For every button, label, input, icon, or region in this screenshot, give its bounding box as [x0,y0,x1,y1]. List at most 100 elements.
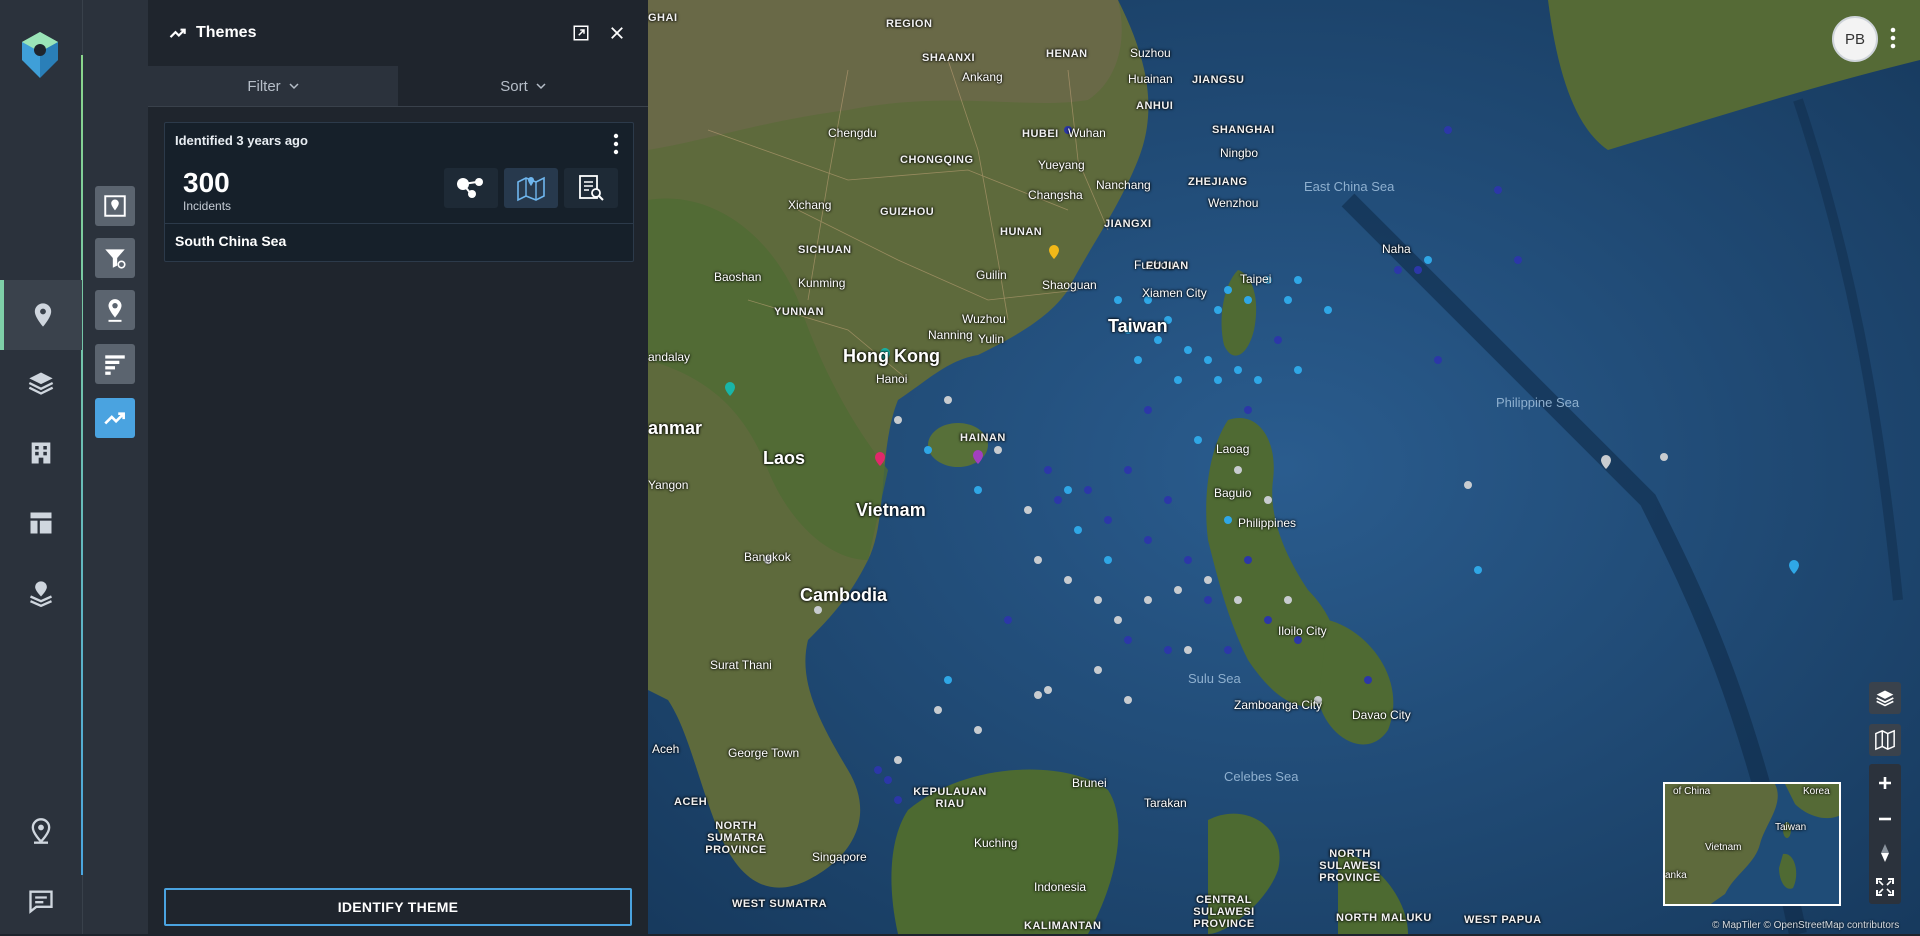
map-label: Wenzhou [1208,196,1259,210]
layers-toggle-button[interactable] [1869,682,1901,714]
province-label: HAINAN [960,432,1006,444]
map-label: Nanchang [1096,178,1151,192]
more-vertical-icon[interactable] [613,133,619,155]
province-label: ACEH [674,796,708,808]
network-graph-icon [457,178,483,198]
map-search-tool[interactable] [95,186,135,226]
panel-title: Themes [196,24,257,41]
incident-marker-purple[interactable] [973,450,983,464]
map-label: Wuzhou [962,312,1006,326]
minimap-label: anka [1665,870,1687,881]
province-label: FUJIAN [1146,260,1189,272]
map-search-icon [104,195,126,217]
province-label: REGION [886,18,933,30]
map-label: Iloilo City [1278,624,1327,638]
layers-icon [28,372,54,395]
pin-settings-icon [108,299,122,322]
zoom-out-button[interactable] [1869,802,1901,836]
map-label: andalay [648,350,691,364]
filter-tab[interactable]: Filter [148,66,398,106]
province-label: WEST PAPUA [1464,914,1542,926]
zoom-in-button[interactable] [1869,766,1901,800]
panel-tabs: Filter Sort [148,66,648,107]
map-label: Davao City [1352,708,1411,722]
nav-item-layers[interactable] [0,348,82,418]
theme-identified-time: Identified 3 years ago [175,133,308,148]
map-label: Ningbo [1220,146,1259,160]
themes-tool[interactable] [95,398,135,438]
overview-minimap[interactable]: of China Korea Taiwan Vietnam anka [1663,782,1841,906]
province-label: CENTRAL SULAWESI PROVINCE [1193,894,1255,930]
province-label: ANHUI [1136,100,1174,112]
nav-item-feedback[interactable] [0,866,82,936]
map-view-button[interactable] [504,168,558,208]
minus-icon [1879,817,1891,821]
basemap-toggle-button[interactable] [1869,724,1901,756]
more-vertical-icon[interactable] [1890,26,1896,50]
fullscreen-button[interactable] [1869,870,1901,904]
map-label: Kuching [974,836,1018,850]
filter-tab-label: Filter [247,77,281,95]
map-label: Philippines [1238,516,1297,530]
sea-label: East China Sea [1304,179,1395,194]
trend-icon [104,412,125,425]
user-avatar[interactable]: PB [1832,16,1878,62]
close-icon[interactable] [608,24,626,42]
nav-item-incidents[interactable] [0,280,82,350]
map-attribution[interactable]: © MapTiler © OpenStreetMap contributors [1712,920,1899,931]
map-label: Surat Thani [710,658,772,672]
pin-settings-tool[interactable] [95,290,135,330]
map-label: anmar [648,418,703,438]
map-label: Shaoguan [1042,278,1097,292]
dashboard-layout-icon [30,512,52,534]
nav-item-dashboard[interactable] [0,488,82,558]
map-label: Laoag [1216,442,1250,456]
nav-item-location[interactable] [0,796,82,866]
incident-marker-teal[interactable] [725,382,735,396]
map-label: Zamboanga City [1234,698,1323,712]
province-label: NORTH SULAWESI PROVINCE [1319,848,1381,884]
sort-tab[interactable]: Sort [398,66,648,106]
trend-icon [169,28,186,38]
theme-card[interactable]: Identified 3 years ago 300 Incidents Sou… [164,122,634,262]
minimap-label: Taiwan [1775,822,1807,833]
chevron-down-icon [536,83,546,90]
zoom-controls [1869,764,1901,904]
identify-theme-button[interactable]: IDENTIFY THEME [164,888,632,926]
map-label: Brunei [1072,776,1107,790]
map-label: Nanning [928,328,973,342]
map-label: Ankang [962,70,1003,84]
map-label: Indonesia [1034,880,1087,894]
province-label: GHAI [648,12,678,24]
map-label: Xichang [788,198,832,212]
compass-button[interactable] [1869,836,1901,870]
incident-marker-red[interactable] [875,452,885,466]
theme-name: South China Sea [175,233,287,249]
province-label: SHAANXI [922,52,976,64]
map-label: Guilin [976,268,1007,282]
report-search-icon [579,175,604,201]
minimap-map [1665,784,1839,904]
map-label: Chengdu [828,126,877,140]
nav-item-stacked-pins[interactable] [0,558,82,628]
bar-list-tool[interactable] [95,344,135,384]
province-label: HUBEI [1022,128,1059,140]
map-label: Vietnam [856,500,926,520]
nav-item-buildings[interactable] [0,418,82,488]
report-search-button[interactable] [564,168,618,208]
compass-icon [1881,844,1889,862]
incident-count: 300 [183,167,230,198]
incident-marker-blue[interactable] [1789,560,1799,574]
incident-marker-grey[interactable] [1601,455,1611,469]
filter-settings-tool[interactable] [95,238,135,278]
network-graph-button[interactable] [444,168,498,208]
sea-label: Sulu Sea [1188,671,1241,686]
map-label: Bangkok [744,550,791,564]
sea-label: Philippine Sea [1496,395,1580,410]
incident-marker-yellow[interactable] [1049,245,1059,259]
expand-icon[interactable] [572,24,590,42]
app-logo-icon[interactable] [20,30,60,80]
map-label: Xiamen City [1142,286,1207,300]
map-label: Cambodia [800,585,888,605]
map-pin-icon [34,303,52,327]
